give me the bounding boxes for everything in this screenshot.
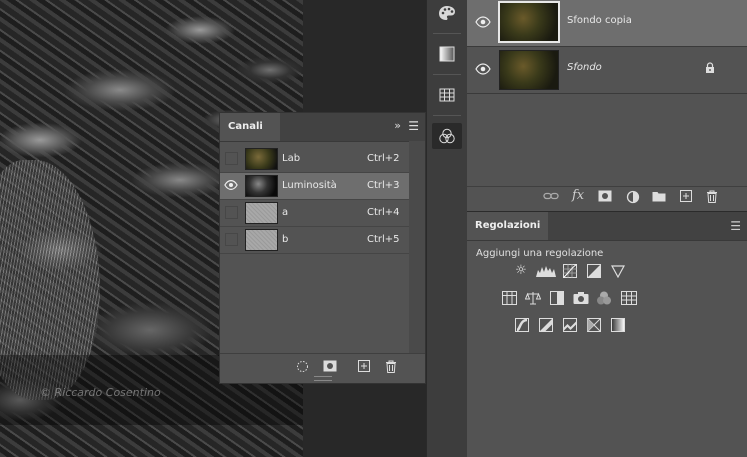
new-layer-icon[interactable] xyxy=(680,190,692,206)
channel-thumbnail xyxy=(245,175,278,197)
color-balance-icon[interactable] xyxy=(524,291,542,305)
channels-panel: Canali » ☰ Lab Ctrl+2 Luminosità Ctrl+3 … xyxy=(219,112,426,384)
channels-icon[interactable] xyxy=(432,123,462,149)
adjustments-panel: Regolazioni ☰ Aggiungi una regolazione ☼ xyxy=(467,212,747,457)
trash-icon[interactable] xyxy=(385,360,397,376)
channel-shortcut: Ctrl+3 xyxy=(367,180,400,191)
black-white-icon[interactable] xyxy=(549,291,565,305)
fx-icon[interactable]: fx xyxy=(572,188,584,203)
layer-thumbnail xyxy=(498,1,560,43)
layer-thumbnail xyxy=(499,50,559,90)
channel-row-lab[interactable]: Lab Ctrl+2 xyxy=(220,146,409,173)
save-selection-icon[interactable] xyxy=(323,360,337,375)
trash-icon[interactable] xyxy=(706,190,718,207)
tab-canali[interactable]: Canali xyxy=(220,113,280,141)
channel-name: Lab xyxy=(282,153,301,164)
adjustment-icon[interactable] xyxy=(626,190,640,208)
visibility-toggle[interactable] xyxy=(225,152,238,165)
channel-row-luminosita[interactable]: Luminosità Ctrl+3 xyxy=(220,173,409,200)
layer-row-sfondo[interactable]: Sfondo xyxy=(467,47,747,94)
channel-row-b[interactable]: b Ctrl+5 xyxy=(220,227,409,254)
tool-separator xyxy=(433,115,461,116)
channel-shortcut: Ctrl+2 xyxy=(367,153,400,164)
threshold-icon[interactable] xyxy=(562,318,578,332)
visibility-toggle[interactable] xyxy=(225,206,238,219)
panel-menu-icon[interactable]: ☰ xyxy=(730,219,741,233)
layer-name[interactable]: Sfondo copia xyxy=(567,15,632,26)
panel-menu-icon[interactable]: ☰ xyxy=(408,119,419,133)
lock-icon[interactable] xyxy=(705,62,715,76)
tool-separator xyxy=(433,33,461,34)
photo-filter-icon[interactable] xyxy=(573,291,589,305)
visibility-toggle[interactable] xyxy=(225,233,238,246)
channel-thumbnail xyxy=(245,229,278,251)
channel-row-a[interactable]: a Ctrl+4 xyxy=(220,200,409,227)
channel-name: Luminosità xyxy=(282,180,337,191)
folder-icon[interactable] xyxy=(652,190,666,206)
layer-row-sfondo-copia[interactable]: Sfondo copia xyxy=(467,0,747,47)
channel-shortcut: Ctrl+5 xyxy=(367,234,400,245)
new-channel-icon[interactable] xyxy=(358,360,370,375)
panel-icon-strip xyxy=(426,0,467,457)
vibrance-icon[interactable] xyxy=(610,264,626,279)
eye-icon[interactable] xyxy=(224,178,238,195)
tab-regolazioni[interactable]: Regolazioni xyxy=(467,212,549,240)
tool-separator xyxy=(433,74,461,75)
channel-thumbnail xyxy=(245,148,278,170)
channel-shortcut: Ctrl+4 xyxy=(367,207,400,218)
adjustments-hint: Aggiungi una regolazione xyxy=(476,248,604,259)
adjustments-tabbar: Regolazioni ☰ xyxy=(467,212,747,241)
layer-name[interactable]: Sfondo xyxy=(567,62,602,73)
gradient-icon[interactable] xyxy=(432,41,462,67)
resize-grip[interactable] xyxy=(314,376,332,381)
channel-name: a xyxy=(282,207,289,218)
layers-footer: fx xyxy=(467,186,747,211)
brightness-icon[interactable]: ☼ xyxy=(513,264,529,278)
mask-icon[interactable] xyxy=(598,190,612,206)
link-icon[interactable] xyxy=(543,190,559,206)
eye-icon[interactable] xyxy=(475,61,491,77)
load-selection-icon[interactable] xyxy=(296,360,309,376)
curves-icon[interactable] xyxy=(562,264,578,278)
selective-color-icon[interactable] xyxy=(586,318,602,332)
gradient-map-icon[interactable] xyxy=(610,318,626,332)
color-lookup-icon[interactable] xyxy=(621,291,637,305)
invert-icon[interactable] xyxy=(514,318,530,332)
watermark-text: © Riccardo Cosentino xyxy=(40,386,161,399)
scrollbar[interactable] xyxy=(409,141,425,353)
channel-thumbnail xyxy=(245,202,278,224)
eye-icon[interactable] xyxy=(475,14,491,30)
channel-name: b xyxy=(282,234,289,245)
hue-saturation-icon[interactable] xyxy=(501,291,517,305)
palette-icon[interactable] xyxy=(432,0,462,26)
posterize-icon[interactable] xyxy=(538,318,554,332)
table-icon[interactable] xyxy=(432,82,462,108)
exposure-icon[interactable] xyxy=(586,264,602,278)
layers-panel: Sfondo copia Sfondo xyxy=(467,0,747,210)
channels-tabbar: Canali » ☰ xyxy=(220,113,425,142)
channel-mixer-icon[interactable] xyxy=(596,291,612,305)
collapse-panel-icon[interactable]: » xyxy=(394,119,401,132)
levels-icon[interactable] xyxy=(536,264,556,278)
